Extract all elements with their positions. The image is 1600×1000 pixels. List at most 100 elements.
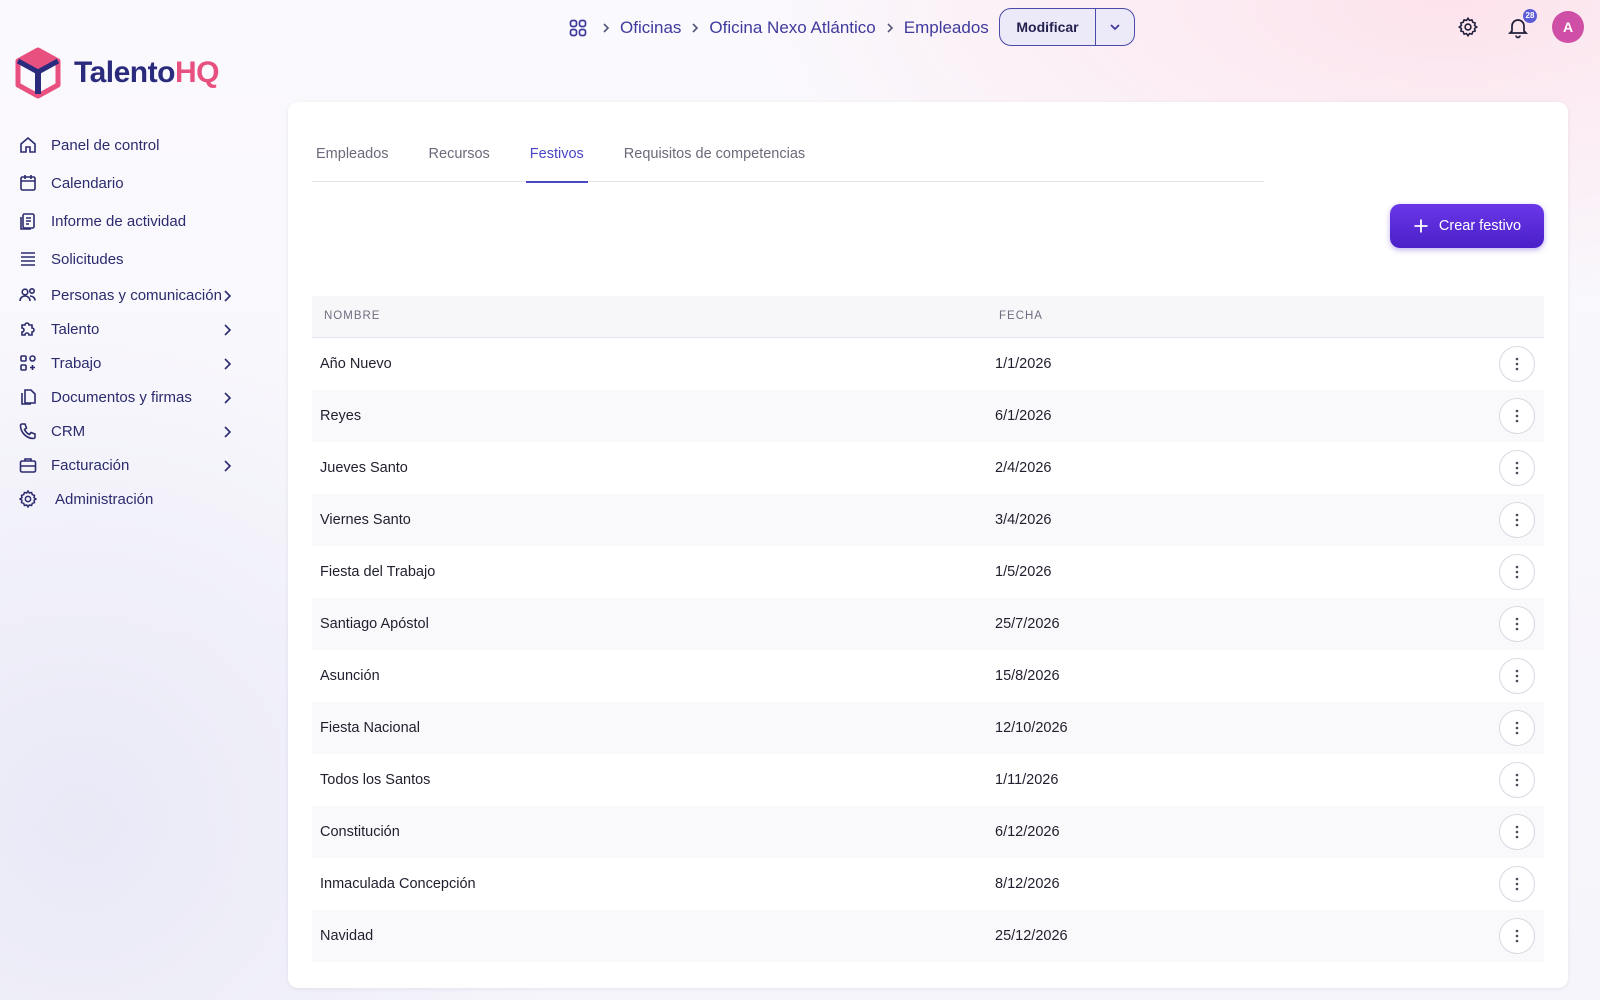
sidebar-item-label: Calendario xyxy=(51,174,124,192)
breadcrumb-item-offices[interactable]: Oficinas xyxy=(620,18,681,38)
holiday-name: Fiesta del Trabajo xyxy=(320,564,436,580)
holiday-name: Año Nuevo xyxy=(320,356,392,372)
sidebar-item-label: Talento xyxy=(51,320,100,338)
sidebar-item-people-communication[interactable]: Personas y comunicación xyxy=(14,278,244,312)
tab-holidays[interactable]: Festivos xyxy=(525,138,588,183)
sidebar-item-work[interactable]: Trabajo xyxy=(14,346,244,380)
settings-icon[interactable] xyxy=(1453,12,1483,42)
more-vertical-icon xyxy=(1515,461,1519,475)
sidebar-item-administration[interactable]: Administración xyxy=(14,482,244,516)
row-actions-button[interactable] xyxy=(1499,502,1535,538)
table-header: NOMBRE FECHA xyxy=(312,296,1544,338)
table-row: Reyes 6/1/2026 xyxy=(312,390,1544,442)
more-vertical-icon xyxy=(1515,617,1519,631)
table-row: Asunción 15/8/2026 xyxy=(312,650,1544,702)
sidebar-item-label: Informe de actividad xyxy=(51,212,187,230)
sidebar-item-label: Facturación xyxy=(51,456,130,474)
gear-icon xyxy=(17,488,39,510)
row-actions-button[interactable] xyxy=(1499,450,1535,486)
table-row: Todos los Santos 1/11/2026 xyxy=(312,754,1544,806)
tab-resources[interactable]: Recursos xyxy=(425,138,494,182)
sidebar-item-label: Solicitudes xyxy=(51,250,124,268)
holiday-date: 15/8/2026 xyxy=(995,668,1060,684)
sidebar-item-label: Documentos y firmas xyxy=(51,388,192,406)
more-vertical-icon xyxy=(1515,409,1519,423)
more-vertical-icon xyxy=(1515,669,1519,683)
row-actions-button[interactable] xyxy=(1499,554,1535,590)
holiday-name: Constitución xyxy=(320,824,400,840)
sidebar-item-dashboard[interactable]: Panel de control xyxy=(14,126,244,164)
more-vertical-icon xyxy=(1515,929,1519,943)
table-row: Navidad 25/12/2026 xyxy=(312,910,1544,962)
sidebar: Panel de control Calendario Informe de a… xyxy=(14,126,244,516)
sidebar-item-calendar[interactable]: Calendario xyxy=(14,164,244,202)
holiday-date: 6/1/2026 xyxy=(995,408,1052,424)
row-actions-button[interactable] xyxy=(1499,762,1535,798)
briefcase-icon xyxy=(17,454,39,476)
row-actions-button[interactable] xyxy=(1499,866,1535,902)
holiday-date: 6/12/2026 xyxy=(995,824,1060,840)
more-vertical-icon xyxy=(1515,721,1519,735)
report-icon xyxy=(17,210,39,232)
sidebar-item-crm[interactable]: CRM xyxy=(14,414,244,448)
tab-skill-requirements[interactable]: Requisitos de competencias xyxy=(620,138,809,182)
modify-dropdown-button[interactable] xyxy=(1096,9,1134,45)
holiday-name: Todos los Santos xyxy=(320,772,431,788)
column-header-date[interactable]: FECHA xyxy=(999,310,1043,322)
puzzle-icon xyxy=(17,318,39,340)
avatar[interactable]: A xyxy=(1552,11,1584,43)
row-actions-button[interactable] xyxy=(1499,398,1535,434)
chevron-right-icon xyxy=(224,324,232,336)
tab-employees[interactable]: Empleados xyxy=(312,138,393,182)
holiday-date: 3/4/2026 xyxy=(995,512,1052,528)
sidebar-item-talent[interactable]: Talento xyxy=(14,312,244,346)
create-holiday-button[interactable]: Crear festivo xyxy=(1390,204,1544,248)
apps-icon xyxy=(17,352,39,374)
chevron-right-icon xyxy=(592,14,620,42)
apps-grid-icon[interactable] xyxy=(564,14,592,42)
chevron-right-icon xyxy=(224,392,232,404)
chevron-right-icon xyxy=(876,14,904,42)
more-vertical-icon xyxy=(1515,357,1519,371)
chevron-right-icon xyxy=(224,426,232,438)
row-actions-button[interactable] xyxy=(1499,606,1535,642)
people-icon xyxy=(17,284,39,306)
chevron-right-icon xyxy=(224,290,232,302)
phone-icon xyxy=(17,420,39,442)
table-row: Fiesta Nacional 12/10/2026 xyxy=(312,702,1544,754)
breadcrumb-item-office[interactable]: Oficina Nexo Atlántico xyxy=(709,18,875,38)
content-card: Empleados Recursos Festivos Requisitos d… xyxy=(288,102,1568,988)
sidebar-item-activity-report[interactable]: Informe de actividad xyxy=(14,202,244,240)
brand-logo[interactable]: TalentoHQ xyxy=(14,47,219,99)
holiday-name: Viernes Santo xyxy=(320,512,411,528)
holiday-name: Fiesta Nacional xyxy=(320,720,420,736)
table-row: Viernes Santo 3/4/2026 xyxy=(312,494,1544,546)
holiday-date: 1/5/2026 xyxy=(995,564,1052,580)
breadcrumb: Oficinas Oficina Nexo Atlántico Empleado… xyxy=(564,14,989,42)
chevron-right-icon xyxy=(681,14,709,42)
table-row: Constitución 6/12/2026 xyxy=(312,806,1544,858)
breadcrumb-item-employees[interactable]: Empleados xyxy=(904,18,989,38)
table-row: Santiago Apóstol 25/7/2026 xyxy=(312,598,1544,650)
holiday-date: 25/7/2026 xyxy=(995,616,1060,632)
row-actions-button[interactable] xyxy=(1499,346,1535,382)
row-actions-button[interactable] xyxy=(1499,658,1535,694)
create-holiday-label: Crear festivo xyxy=(1438,218,1522,234)
sidebar-item-label: Personas y comunicación xyxy=(51,286,222,304)
sidebar-item-label: CRM xyxy=(51,422,86,440)
column-header-name[interactable]: NOMBRE xyxy=(324,310,380,322)
holiday-name: Santiago Apóstol xyxy=(320,616,429,632)
sidebar-item-requests[interactable]: Solicitudes xyxy=(14,240,244,278)
sidebar-item-documents-signatures[interactable]: Documentos y firmas xyxy=(14,380,244,414)
documents-icon xyxy=(17,386,39,408)
more-vertical-icon xyxy=(1515,565,1519,579)
holiday-name: Inmaculada Concepción xyxy=(320,876,476,892)
row-actions-button[interactable] xyxy=(1499,918,1535,954)
brand-name: TalentoHQ xyxy=(74,56,219,89)
list-icon xyxy=(17,248,39,270)
sidebar-item-billing[interactable]: Facturación xyxy=(14,448,244,482)
modify-button[interactable]: Modificar xyxy=(1000,9,1096,45)
holiday-date: 8/12/2026 xyxy=(995,876,1060,892)
row-actions-button[interactable] xyxy=(1499,710,1535,746)
row-actions-button[interactable] xyxy=(1499,814,1535,850)
